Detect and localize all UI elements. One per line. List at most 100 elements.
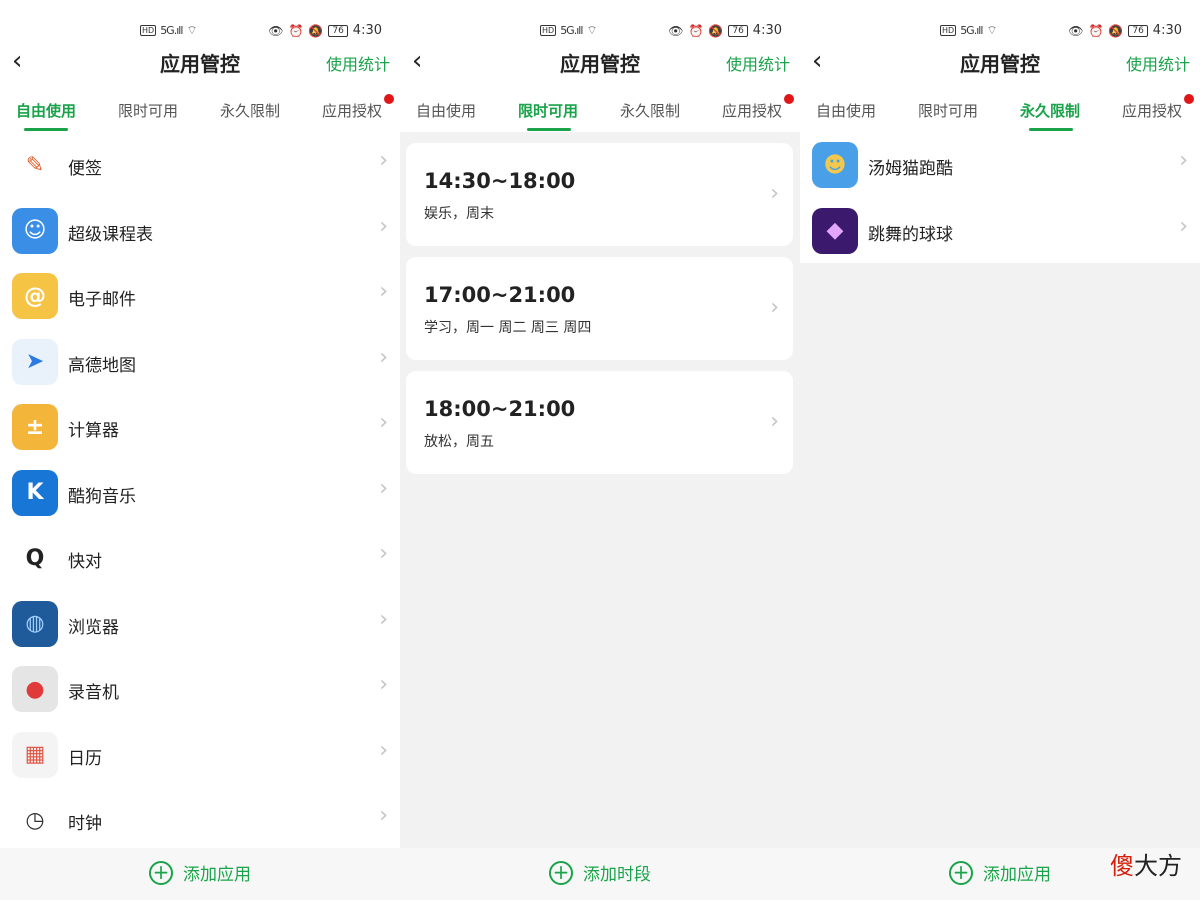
app-row[interactable]: ☻ 汤姆猫跑酷 ›	[800, 132, 1200, 198]
time-slot-range: 18:00~21:00	[424, 397, 576, 421]
tab-bar: 自由使用 限时可用 永久限制 应用授权	[0, 88, 400, 132]
time-slot-range: 17:00~21:00	[424, 283, 576, 307]
clock-time: 4:30	[752, 23, 782, 38]
panel-time-limited: HD 5G.ıll ⌔ 👁 ⏰ 🔕 76 4:30 ‹ 应用管控 使用统计 自由使用 限时可…	[400, 0, 800, 900]
signal-icon: 5G.ıll	[160, 24, 183, 37]
active-tab-indicator	[1029, 128, 1073, 131]
app-icon: ☺	[12, 207, 58, 254]
app-name: 便签	[68, 159, 102, 179]
app-name: 电子邮件	[68, 290, 136, 310]
header: ‹ 应用管控 使用统计	[400, 40, 800, 88]
app-name: 跳舞的球球	[868, 224, 953, 245]
signal-icon: 5G.ıll	[560, 24, 583, 37]
bottom-bar: + 添加应用	[0, 848, 400, 900]
status-bar: HD 5G.ıll ⌔ 👁 ⏰ 🔕 76 4:30	[800, 0, 1200, 40]
wifi-icon: ⌔	[186, 23, 198, 37]
chevron-right-icon: ›	[379, 803, 388, 828]
chevron-right-icon: ›	[379, 344, 388, 370]
time-slot-card[interactable]: 14:30~18:00 娱乐，周末 ›	[406, 143, 793, 246]
app-row[interactable]: ± 计算器 ›	[0, 394, 400, 460]
wifi-icon: ⌔	[986, 23, 998, 37]
tab-permanent-limit[interactable]: 永久限制	[220, 100, 280, 121]
panel-free-use: HD 5G.ıll ⌔ 👁 ⏰ 🔕 76 4:30 ‹ 应用管控 使用统计 自由使用 限时可…	[0, 0, 400, 900]
add-time-slot-button[interactable]: + 添加时段	[400, 860, 800, 885]
mute-icon: 🔕	[1108, 23, 1124, 38]
alarm-icon: ⏰	[288, 23, 304, 38]
tab-time-limited[interactable]: 限时可用	[518, 100, 578, 121]
header: ‹ 应用管控 使用统计	[800, 40, 1200, 88]
chevron-right-icon: ›	[770, 181, 779, 206]
app-icon: ◷	[12, 797, 58, 843]
app-row[interactable]: @ 电子邮件 ›	[0, 263, 400, 329]
tab-free-use[interactable]: 自由使用	[816, 100, 876, 121]
app-row[interactable]: ◷ 时钟 ›	[0, 787, 400, 853]
app-icon: ☻	[812, 142, 858, 188]
tab-app-authorization[interactable]: 应用授权	[722, 100, 782, 121]
eye-icon: 👁	[268, 23, 284, 38]
battery-icon: 76	[1128, 24, 1148, 37]
battery-icon: 76	[328, 24, 348, 37]
app-name: 录音机	[68, 683, 119, 703]
tab-time-limited[interactable]: 限时可用	[918, 100, 978, 121]
app-name: 日历	[68, 748, 102, 769]
usage-stats-link[interactable]: 使用统计	[1126, 51, 1190, 75]
active-tab-indicator	[527, 128, 571, 131]
chevron-right-icon: ›	[379, 213, 388, 239]
chevron-right-icon: ›	[379, 410, 388, 435]
app-name: 高德地图	[68, 355, 136, 376]
chevron-right-icon: ›	[379, 475, 388, 501]
watermark-logo: 傻大方	[1110, 852, 1182, 880]
tab-bar: 自由使用 限时可用 永久限制 应用授权	[800, 88, 1200, 132]
app-row[interactable]: ◆ 跳舞的球球 ›	[800, 198, 1200, 264]
time-slot-description: 娱乐，周末	[424, 206, 494, 222]
add-time-slot-label: 添加时段	[583, 865, 651, 885]
chevron-right-icon: ›	[1179, 213, 1188, 239]
header: ‹ 应用管控 使用统计	[0, 40, 400, 88]
restricted-app-list: ☻ 汤姆猫跑酷 › ◆ 跳舞的球球 ›	[800, 132, 1200, 263]
chevron-right-icon: ›	[770, 409, 779, 434]
chevron-right-icon: ›	[379, 737, 388, 763]
app-icon: ●	[12, 666, 58, 712]
battery-icon: 76	[728, 24, 748, 37]
chevron-right-icon: ›	[1179, 148, 1188, 173]
tab-free-use[interactable]: 自由使用	[16, 100, 76, 121]
app-row[interactable]: K 酷狗音乐 ›	[0, 460, 400, 526]
app-row[interactable]: ▦ 日历 ›	[0, 722, 400, 788]
tab-bar: 自由使用 限时可用 永久限制 应用授权	[400, 88, 800, 132]
app-row[interactable]: ◍ 浏览器 ›	[0, 591, 400, 657]
app-row[interactable]: ➤ 高德地图 ›	[0, 329, 400, 395]
plus-icon: +	[549, 860, 573, 885]
eye-icon: 👁	[1068, 23, 1084, 38]
app-name: 酷狗音乐	[68, 486, 136, 507]
time-slot-description: 放松，周五	[424, 434, 494, 450]
app-row[interactable]: ✎ 便签 ›	[0, 132, 400, 198]
clock-time: 4:30	[1152, 23, 1182, 38]
usage-stats-link[interactable]: 使用统计	[726, 51, 790, 75]
tab-permanent-limit[interactable]: 永久限制	[620, 100, 680, 121]
time-slot-card[interactable]: 17:00~21:00 学习，周一 周二 周三 周四 ›	[406, 257, 793, 360]
tab-time-limited[interactable]: 限时可用	[118, 100, 178, 121]
app-row[interactable]: ● 录音机 ›	[0, 656, 400, 722]
status-bar: HD 5G.ıll ⌔ 👁 ⏰ 🔕 76 4:30	[400, 0, 800, 40]
app-icon: ✎	[12, 142, 58, 188]
usage-stats-link[interactable]: 使用统计	[326, 51, 390, 75]
app-icon: ◆	[812, 207, 858, 254]
hd-icon: HD	[140, 25, 157, 36]
tab-free-use[interactable]: 自由使用	[416, 100, 476, 121]
wifi-icon: ⌔	[586, 23, 598, 37]
app-row[interactable]: ☺ 超级课程表 ›	[0, 198, 400, 264]
time-slot-card[interactable]: 18:00~21:00 放松，周五 ›	[406, 371, 793, 474]
time-slot-description: 学习，周一 周二 周三 周四	[424, 320, 592, 336]
add-app-label: 添加应用	[183, 865, 251, 885]
tab-permanent-limit[interactable]: 永久限制	[1020, 100, 1080, 121]
chevron-right-icon: ›	[379, 541, 388, 566]
app-icon: ◍	[12, 600, 58, 647]
tab-app-authorization[interactable]: 应用授权	[322, 100, 382, 121]
panel-permanent-limit: HD 5G.ıll ⌔ 👁 ⏰ 🔕 76 4:30 ‹ 应用管控 使用统计 自由使用 限时可…	[800, 0, 1200, 900]
tab-app-authorization[interactable]: 应用授权	[1122, 100, 1182, 121]
active-tab-indicator	[24, 128, 68, 131]
app-row[interactable]: Q 快对 ›	[0, 525, 400, 591]
notification-dot	[1184, 94, 1194, 104]
signal-icon: 5G.ıll	[960, 24, 983, 37]
add-app-button[interactable]: + 添加应用	[0, 860, 400, 885]
